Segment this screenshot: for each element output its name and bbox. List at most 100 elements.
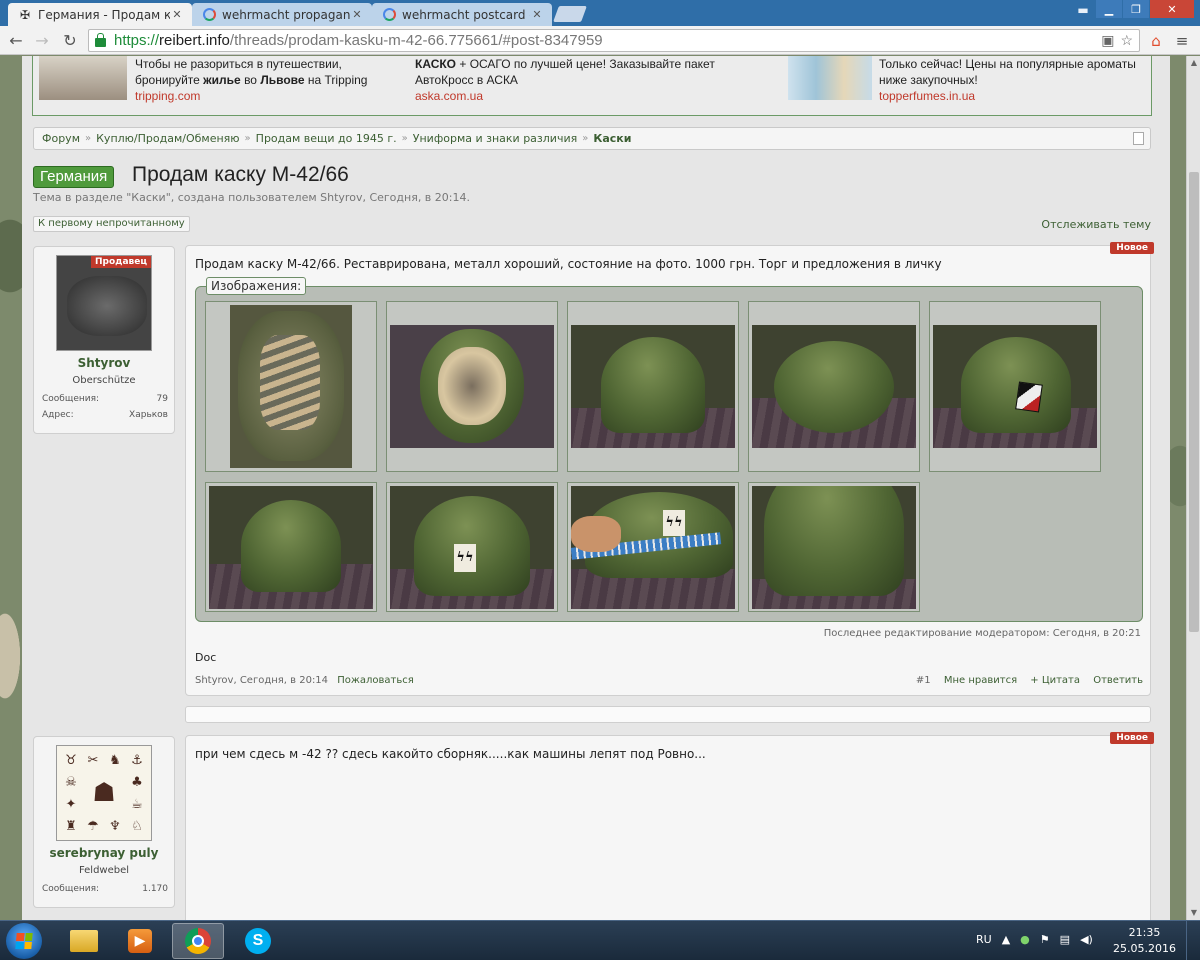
- page-icon[interactable]: [1133, 132, 1144, 145]
- username[interactable]: Shtyrov: [34, 356, 174, 370]
- ad-link[interactable]: aska.com.ua: [415, 88, 715, 104]
- windows-logo-icon: [15, 933, 33, 949]
- scroll-down-icon[interactable]: ▼: [1187, 906, 1200, 920]
- maximize-icon[interactable]: ❐: [1123, 0, 1149, 18]
- user-rank: Oberschütze: [72, 375, 136, 386]
- show-desktop-button[interactable]: [1186, 921, 1200, 960]
- flag-icon[interactable]: ⚑: [1040, 933, 1050, 946]
- breadcrumb-item[interactable]: Форум: [42, 132, 80, 145]
- breadcrumb-item[interactable]: Куплю/Продам/Обменяю: [96, 132, 239, 145]
- tab-title: wehrmacht postcard - По: [402, 7, 530, 22]
- image-gallery: Изображения: ϟϟ ϟϟ: [195, 277, 1143, 622]
- avatar[interactable]: Продавец: [56, 255, 152, 351]
- gallery-thumbnail[interactable]: [386, 301, 558, 472]
- tab-close-icon[interactable]: ✕: [350, 8, 364, 21]
- reload-icon[interactable]: ↻: [60, 31, 80, 51]
- forward-arrow-icon[interactable]: →: [32, 31, 52, 51]
- minimize-icon[interactable]: ▁: [1096, 0, 1122, 18]
- avatar[interactable]: ♉ ✂ ♞ ⚓ ☠ ☗ ♣ ✦ ☕ ♜ ☂ ♆ ♘: [56, 745, 152, 841]
- skype-app[interactable]: S: [232, 923, 284, 959]
- webpage: Чтобы не разориться в путешествии, брони…: [0, 56, 1186, 920]
- ss-decal: ϟϟ: [663, 509, 685, 536]
- report-link[interactable]: Пожаловаться: [337, 675, 414, 686]
- gallery-thumbnail[interactable]: [929, 301, 1101, 472]
- scrollbar-thumb[interactable]: [1189, 172, 1199, 632]
- new-badge: Новое: [1110, 732, 1154, 744]
- breadcrumb-item[interactable]: Униформа и знаки различия: [413, 132, 577, 145]
- back-arrow-icon[interactable]: ←: [6, 31, 26, 51]
- profile-icon[interactable]: ▬: [1072, 3, 1094, 17]
- extension-icon[interactable]: ⌂: [1146, 31, 1166, 51]
- google-icon: [202, 8, 216, 22]
- iron-cross-icon: ✠: [19, 7, 31, 22]
- ad-tripping[interactable]: Чтобы не разориться в путешествии, брони…: [135, 56, 367, 104]
- bookmark-star-icon[interactable]: ☆: [1120, 32, 1133, 49]
- antivirus-icon[interactable]: ●: [1020, 933, 1030, 946]
- tab-close-icon[interactable]: ✕: [530, 8, 544, 21]
- ad-text: ниже закупочных!: [879, 73, 978, 87]
- chrome-icon: [185, 928, 211, 954]
- breadcrumb-current[interactable]: Каски: [593, 132, 631, 145]
- explorer-app[interactable]: [58, 923, 110, 959]
- gallery-thumbnail[interactable]: [205, 301, 377, 472]
- tray-expand-icon[interactable]: ▲: [1002, 933, 1010, 946]
- url-path: /threads/prodam-kasku-m-42-66.775661/#po…: [229, 32, 603, 49]
- ad-text: Только сейчас! Цены на популярные аромат…: [879, 57, 1136, 71]
- browser-toolbar: ← → ↻ https://reibert.info/threads/proda…: [0, 26, 1200, 55]
- thread-title: Продам каску М-42/66: [132, 163, 349, 186]
- post-author-link[interactable]: Shtyrov: [195, 675, 233, 686]
- skype-icon: S: [245, 928, 271, 954]
- user-stat-address: Адрес: Харьков: [42, 410, 168, 420]
- new-tab-button[interactable]: [553, 6, 587, 22]
- like-link[interactable]: Мне нравится: [944, 675, 1017, 686]
- post-separator: [185, 706, 1151, 723]
- network-icon[interactable]: ▤: [1060, 933, 1070, 946]
- clock-date: 25.05.2016: [1113, 942, 1176, 955]
- watch-thread-link[interactable]: Отслеживать тему: [1041, 218, 1151, 231]
- first-unread-button[interactable]: К первому непрочитанному: [33, 216, 190, 232]
- address-bar[interactable]: https://reibert.info/threads/prodam-kask…: [88, 29, 1140, 52]
- ad-link[interactable]: tripping.com: [135, 88, 367, 104]
- media-player-app[interactable]: ▶: [114, 923, 166, 959]
- language-indicator[interactable]: RU: [976, 933, 992, 946]
- ad-image-perfume[interactable]: [788, 56, 872, 100]
- scroll-up-icon[interactable]: ▲: [1187, 56, 1200, 70]
- ad-topperfumes[interactable]: Только сейчас! Цены на популярные аромат…: [879, 56, 1136, 104]
- volume-icon[interactable]: ◀): [1080, 933, 1093, 946]
- gallery-thumbnail[interactable]: [567, 301, 739, 472]
- vertical-scrollbar[interactable]: ▲ ▼: [1186, 56, 1200, 920]
- url-host: reibert.info: [159, 32, 230, 49]
- tab-active[interactable]: ✠ Германия - Продам каск ✕: [8, 3, 192, 26]
- ad-image-hotel[interactable]: [39, 56, 127, 100]
- gallery-thumbnail[interactable]: [748, 482, 920, 612]
- gallery-thumbnail[interactable]: ϟϟ: [567, 482, 739, 612]
- thread-prefix[interactable]: Германия: [33, 166, 115, 188]
- gallery-thumbnail[interactable]: [748, 301, 920, 472]
- post-time[interactable]: Сегодня, в 20:14: [240, 675, 328, 686]
- clock[interactable]: 21:35 25.05.2016: [1113, 925, 1176, 957]
- quote-link[interactable]: + Цитата: [1030, 675, 1080, 686]
- tab-2[interactable]: wehrmacht propaganda p ✕: [192, 3, 372, 26]
- gallery-thumbnail[interactable]: ϟϟ: [386, 482, 558, 612]
- breadcrumb-item[interactable]: Продам вещи до 1945 г.: [256, 132, 397, 145]
- tab-title: wehrmacht propaganda p: [222, 7, 350, 22]
- username[interactable]: serebrynay puly: [34, 846, 174, 860]
- gallery-thumbnail[interactable]: [205, 482, 377, 612]
- start-button[interactable]: [6, 923, 42, 959]
- system-tray: RU ▲ ● ⚑ ▤ ◀): [976, 933, 1093, 946]
- post-number[interactable]: #1: [916, 675, 931, 686]
- tab-close-icon[interactable]: ✕: [170, 8, 184, 21]
- post-user-info: Продавец Shtyrov Oberschütze Сообщения: 7…: [33, 246, 175, 434]
- tab-3[interactable]: wehrmacht postcard - По ✕: [372, 3, 552, 26]
- chrome-app[interactable]: [172, 923, 224, 959]
- post-text: при чем сдесь м -42 ?? сдесь какойто сбо…: [195, 747, 706, 761]
- ad-link[interactable]: topperfumes.in.ua: [879, 88, 1136, 104]
- post-message: Новое при чем сдесь м -42 ?? сдесь какой…: [185, 732, 1154, 920]
- menu-icon[interactable]: ≡: [1172, 31, 1192, 51]
- translate-icon[interactable]: ▣: [1101, 32, 1114, 49]
- seller-ribbon: Продавец: [91, 256, 151, 268]
- ss-decal: ϟϟ: [454, 543, 476, 572]
- close-window-icon[interactable]: ✕: [1150, 0, 1194, 18]
- ad-aska[interactable]: КАСКО + ОСАГО по лучшей цене! Заказывайт…: [415, 56, 715, 104]
- reply-link[interactable]: Ответить: [1093, 675, 1143, 686]
